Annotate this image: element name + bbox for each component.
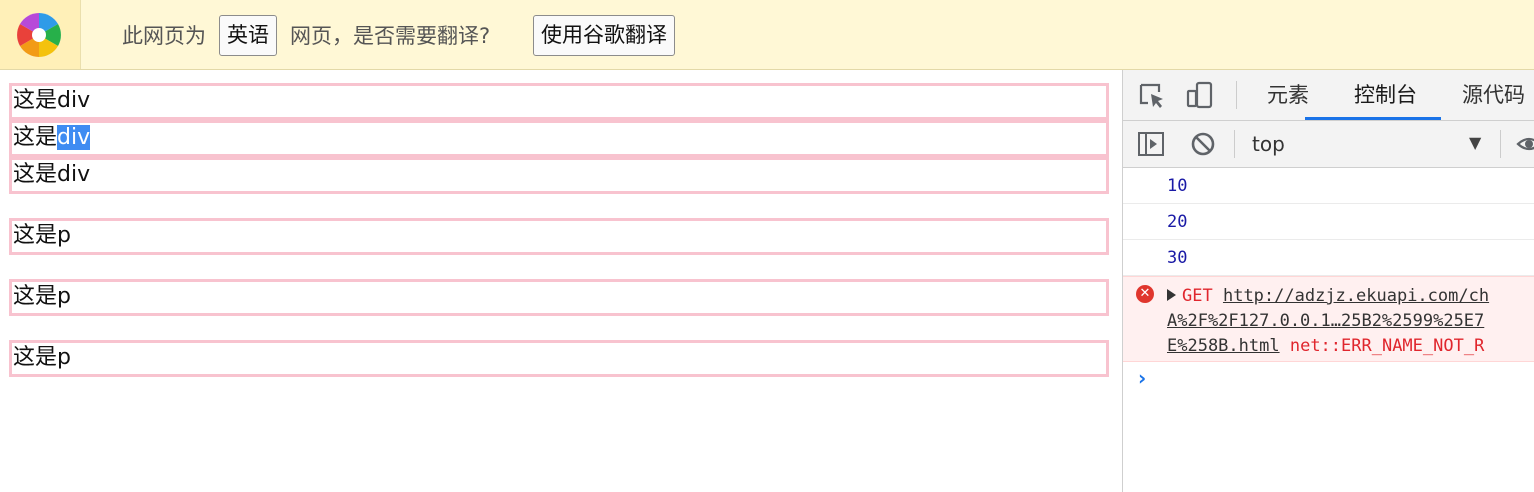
block-text: 这是 [13,284,58,309]
log-value: 10 [1167,176,1188,196]
log-value: 20 [1167,212,1188,232]
log-value: 30 [1167,248,1188,268]
error-line: A%2F%2F127.0.0.1…25B2%2599%25E7 [1167,309,1484,333]
block-text: 这是 [13,88,58,113]
error-url-link[interactable]: A%2F%2F127.0.0.1…25B2%2599%25E7 [1167,311,1484,331]
tab-console[interactable]: 控制台 [1354,82,1417,108]
p-block: 这是p [9,279,1109,316]
prompt-chevron-icon[interactable]: › [1138,366,1146,390]
error-line: E%258B.html net::ERR_NAME_NOT_R [1167,334,1484,358]
inspect-icon[interactable] [1138,82,1166,110]
selected-text: div [57,125,91,150]
toolbar-divider [1500,130,1501,158]
translate-prompt-prefix: 此网页为 [122,24,206,48]
block-text: 这是 [13,223,58,248]
p-block: 这是p [9,340,1109,377]
console-toolbar: top ▼ [1123,121,1534,168]
devtools-panel: 元素 控制台 源代码 top ▼ 10 20 30 ✕ GET http://a… [1122,70,1534,492]
block-text: p [57,223,71,248]
error-url-link[interactable]: http://adzjz.ekuapi.com/ch [1223,286,1489,306]
error-message: net::ERR_NAME_NOT_R [1289,336,1485,356]
block-text: p [57,345,71,370]
block-text: div [57,162,91,187]
div-block: 这是div [9,83,1109,120]
context-selector[interactable]: top [1252,131,1285,157]
error-method: GET [1182,286,1213,306]
browser-logo-icon [17,13,61,57]
expand-triangle-icon[interactable] [1167,289,1176,301]
dropdown-arrow-icon[interactable]: ▼ [1469,133,1481,152]
language-select-button[interactable]: 英语 [219,15,277,56]
eye-icon[interactable] [1516,134,1534,154]
block-text: div [57,88,91,113]
console-log-row: 30 [1123,240,1534,276]
p-block: 这是p [9,218,1109,255]
active-tab-indicator [1305,117,1441,120]
tab-elements[interactable]: 元素 [1267,82,1309,108]
block-text: 这是 [13,345,58,370]
block-text: 这是 [13,162,58,187]
tab-sources[interactable]: 源代码 [1462,82,1525,108]
clear-console-icon[interactable] [1190,131,1216,157]
console-log-row: 10 [1123,168,1534,204]
translate-button[interactable]: 使用谷歌翻译 [533,15,675,56]
console-error-row: ✕ GET http://adzjz.ekuapi.com/ch A%2F%2F… [1123,276,1534,362]
page-content: 这是div 这是div 这是div 这是p 这是p 这是p [0,70,1122,492]
translate-prompt-suffix: 网页，是否需要翻译? [290,24,491,48]
error-icon: ✕ [1136,285,1154,303]
div-block: 这是div [9,120,1109,157]
div-block: 这是div [9,157,1109,194]
block-text: 这是 [13,125,58,150]
translate-bar: 此网页为 英语 网页，是否需要翻译? 使用谷歌翻译 [0,0,1534,70]
toolbar-divider [1234,130,1235,158]
error-url-link[interactable]: E%258B.html [1167,336,1280,356]
error-line: GET http://adzjz.ekuapi.com/ch [1167,284,1489,308]
browser-logo [0,0,81,69]
devtools-tab-bar: 元素 控制台 源代码 [1123,70,1534,121]
device-toolbar-icon[interactable] [1185,80,1215,110]
block-text: p [57,284,71,309]
sidebar-toggle-icon[interactable] [1137,131,1165,157]
console-log-row: 20 [1123,204,1534,240]
toolbar-divider [1236,81,1237,109]
